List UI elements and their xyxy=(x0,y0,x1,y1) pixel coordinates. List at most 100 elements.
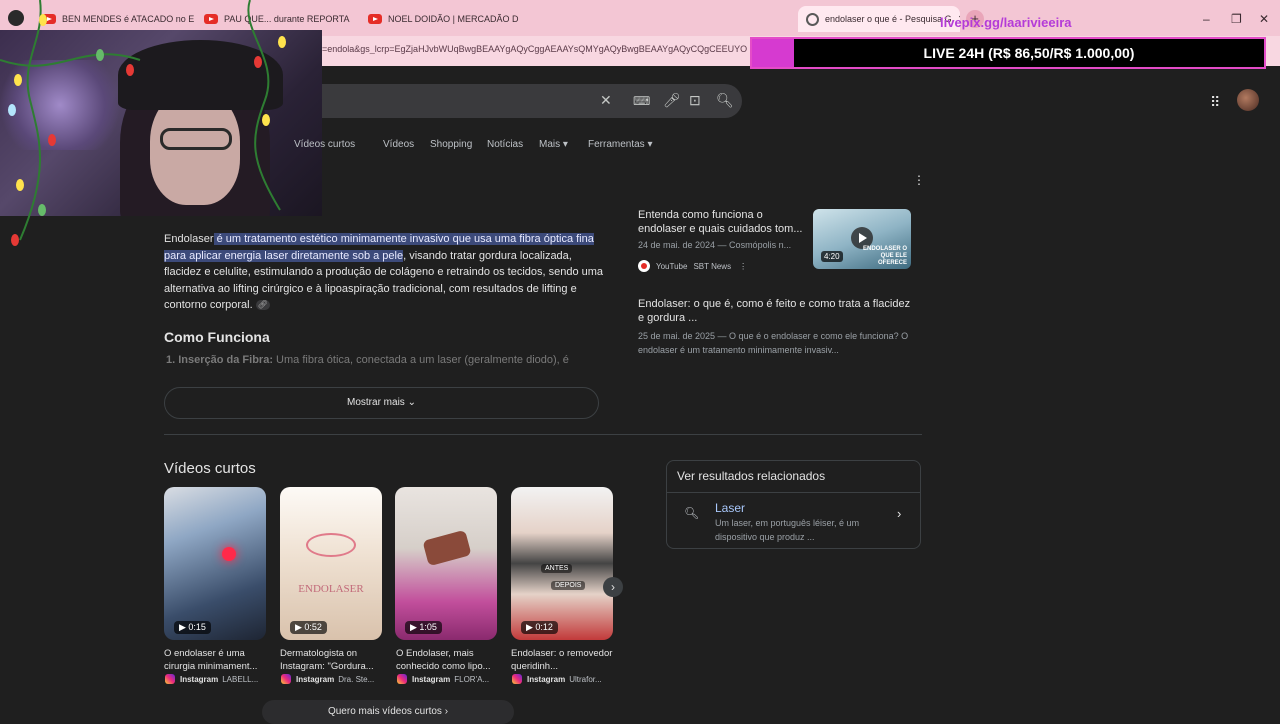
google-icon xyxy=(806,12,819,26)
short-video-card[interactable]: ANTES DEPOIS ▶ 0:12 xyxy=(511,487,613,640)
source-2-snippet: 25 de mai. de 2025 — O que é o endolaser… xyxy=(638,331,909,355)
ai-overview-text: Endolaser é um tratamento estético minim… xyxy=(164,231,604,314)
related-heading: Ver resultados relacionados xyxy=(677,469,826,483)
microphone-icon[interactable]: 🎤︎ xyxy=(663,92,681,109)
laser-dot xyxy=(222,547,236,561)
video-duration: ▶ 0:12 xyxy=(521,621,558,634)
tab-close-icon[interactable]: ✕ xyxy=(519,13,520,26)
before-label: ANTES xyxy=(541,564,573,573)
related-item-title[interactable]: Laser xyxy=(715,501,745,515)
section-divider xyxy=(164,434,922,435)
video-duration: ▶ 0:52 xyxy=(290,621,327,634)
christmas-lights-decoration xyxy=(0,0,286,246)
link-icon[interactable]: 🔗︎ xyxy=(255,300,270,311)
live-goal-text: LIVE 24H (R$ 86,50/R$ 1.000,00) xyxy=(923,45,1135,61)
video-caption[interactable]: O endolaser é uma cirurgia minimament... xyxy=(164,647,266,673)
tab-shopping[interactable]: Shopping xyxy=(430,139,472,150)
video-caption[interactable]: Endolaser: o removedor queridinh... xyxy=(511,647,613,673)
show-more-button[interactable]: Mostrar mais ⌄ xyxy=(164,387,599,419)
source-1-channel: SBT News xyxy=(693,261,732,271)
account-avatar[interactable] xyxy=(1237,89,1259,111)
video-source: Instagram LABELL... xyxy=(165,674,267,684)
step-text: Uma fibra ótica, conectada a um laser (g… xyxy=(272,354,569,366)
video-platform: Instagram xyxy=(412,674,451,684)
video-author: FLOR'A... xyxy=(454,674,490,684)
video-overlay-text: ENDOLASER xyxy=(298,583,364,595)
clear-search-icon[interactable]: ✕ xyxy=(600,92,612,109)
tab-short-videos[interactable]: Vídeos curtos xyxy=(294,139,355,150)
short-video-card[interactable]: ▶ 1:05 xyxy=(395,487,497,640)
search-icon[interactable]: 🔍︎ xyxy=(716,92,734,109)
show-more-label: Mostrar mais xyxy=(347,397,405,408)
duration-value: 0:52 xyxy=(304,622,322,632)
browser-tab-4[interactable]: endolaser o que é - Pesquisa G ✕ xyxy=(798,6,960,32)
short-video-card[interactable]: ENDOLASER ▶ 0:52 xyxy=(280,487,382,640)
more-short-videos-button[interactable]: Quero mais vídeos curtos › xyxy=(262,700,514,724)
video-duration: ▶ 1:05 xyxy=(405,621,442,634)
video-duration: ▶ 0:15 xyxy=(174,621,211,634)
tab-title: NOEL DOIDÃO | MERCADÃO D xyxy=(388,14,519,24)
video-author: LABELL... xyxy=(222,674,259,684)
browser-tab-3[interactable]: NOEL DOIDÃO | MERCADÃO D ✕ xyxy=(360,6,520,32)
close-window-button[interactable]: ✕ xyxy=(1259,12,1269,26)
tab-close-icon[interactable]: ✕ xyxy=(350,13,357,26)
lens-icon[interactable]: ⊡ xyxy=(689,92,701,109)
tab-videos[interactable]: Vídeos xyxy=(383,139,414,150)
short-video-card[interactable]: ▶ 0:15 xyxy=(164,487,266,640)
lips-graphic xyxy=(306,533,356,557)
keyboard-icon[interactable]: ⌨ xyxy=(633,94,650,108)
tab-more-label: Mais xyxy=(539,139,561,150)
video-author: Dra. Ste... xyxy=(338,674,375,684)
after-label: DEPOIS xyxy=(551,581,586,590)
more-options-icon[interactable]: ⋮ xyxy=(739,262,747,271)
video-source: Instagram Ultrafor... xyxy=(512,674,614,684)
url-text[interactable]: =endola&gs_lcrp=EgZjaHJvbWUqBwgBEAAYgAQy… xyxy=(322,44,752,54)
instagram-icon xyxy=(165,674,175,684)
livepix-link: livepix.gg/laarivieeira xyxy=(940,15,1072,30)
duration-value: 0:12 xyxy=(535,622,553,632)
dropdown-arrow-icon: ▾ xyxy=(562,139,568,150)
video-caption[interactable]: O Endolaser, mais conhecido como lipo... xyxy=(396,647,498,673)
section-heading: Como Funciona xyxy=(164,329,270,345)
source-1-title[interactable]: Entenda como funciona o endolaser e quai… xyxy=(638,208,808,236)
live-goal-banner: LIVE 24H (R$ 86,50/R$ 1.000,00) xyxy=(750,37,1266,69)
maximize-button[interactable]: ❐ xyxy=(1231,12,1242,26)
source-1-site: YouTube SBT News ⋮ xyxy=(638,260,747,272)
tab-more[interactable]: Mais ▾ xyxy=(539,139,568,150)
minimize-button[interactable]: – xyxy=(1203,12,1210,26)
step-label: 1. Inserção da Fibra: xyxy=(166,354,273,366)
video-source: Instagram FLOR'A... xyxy=(397,674,499,684)
overview-term: Endolaser xyxy=(164,233,214,245)
dropdown-arrow-icon: ▾ xyxy=(647,139,653,150)
video-duration: 4:20 xyxy=(821,251,843,262)
chevron-right-icon: › xyxy=(444,706,449,717)
video-caption[interactable]: Dermatologista on Instagram: "Gordura... xyxy=(280,647,382,673)
source-1-platform: YouTube xyxy=(656,261,688,271)
google-apps-icon[interactable]: ⠿ xyxy=(1210,94,1220,111)
youtube-icon xyxy=(368,14,382,24)
more-options-icon[interactable]: ⋮ xyxy=(913,173,925,187)
tissue-sample xyxy=(422,529,472,567)
youtube-icon xyxy=(638,260,650,272)
related-divider xyxy=(667,492,920,493)
source-1-thumbnail[interactable]: 4:20 ENDOLASER O QUE ELE OFERECE xyxy=(813,209,911,269)
chevron-down-icon: ⌄ xyxy=(407,397,416,408)
source-2-title[interactable]: Endolaser: o que é, como é feito e como … xyxy=(638,297,918,325)
duration-value: 0:15 xyxy=(188,622,206,632)
short-videos-heading: Vídeos curtos xyxy=(164,460,256,477)
more-short-videos-label: Quero mais vídeos curtos xyxy=(327,706,442,717)
tab-tools-label: Ferramentas xyxy=(588,139,645,150)
tab-tools[interactable]: Ferramentas ▾ xyxy=(588,139,653,150)
video-platform: Instagram xyxy=(296,674,335,684)
instagram-icon xyxy=(397,674,407,684)
chevron-right-icon[interactable]: › xyxy=(897,506,901,521)
next-arrow-button[interactable]: › xyxy=(603,577,623,597)
tab-news[interactable]: Notícias xyxy=(487,139,523,150)
overview-step-1: 1. Inserção da Fibra: Uma fibra ótica, c… xyxy=(166,354,586,366)
thumbnail-caption: ENDOLASER O QUE ELE OFERECE xyxy=(862,246,907,266)
video-platform: Instagram xyxy=(527,674,566,684)
search-icon: 🔍︎ xyxy=(684,506,700,520)
duration-value: 1:05 xyxy=(419,622,437,632)
live-progress-fill xyxy=(752,39,794,67)
instagram-icon xyxy=(512,674,522,684)
